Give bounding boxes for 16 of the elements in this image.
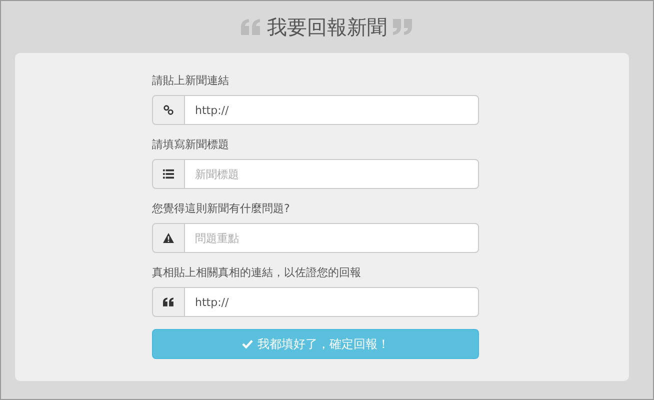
warning-icon [163,233,174,243]
input-field[interactable]: http:// [185,95,479,125]
checkmark-icon [242,339,252,349]
link-icon [163,105,174,115]
list-icon [163,169,174,179]
field-label: 您覺得這則新聞有什麼問題? [152,201,291,217]
field-label: 請貼上新聞連結 [152,73,230,89]
page-title: 我要回報新聞 [267,14,387,40]
input-field[interactable]: 問題重點 [185,223,479,253]
field-label: 請填寫新聞標題 [152,137,230,153]
close-quote-icon [393,19,413,35]
open-quote-icon [241,19,261,35]
field-label: 真相貼上相關真相的連結，以佐證您的回報 [152,265,362,281]
quote-icon [163,297,174,307]
input-field[interactable]: http:// [185,287,479,317]
input-field[interactable]: 新聞標題 [185,159,479,189]
